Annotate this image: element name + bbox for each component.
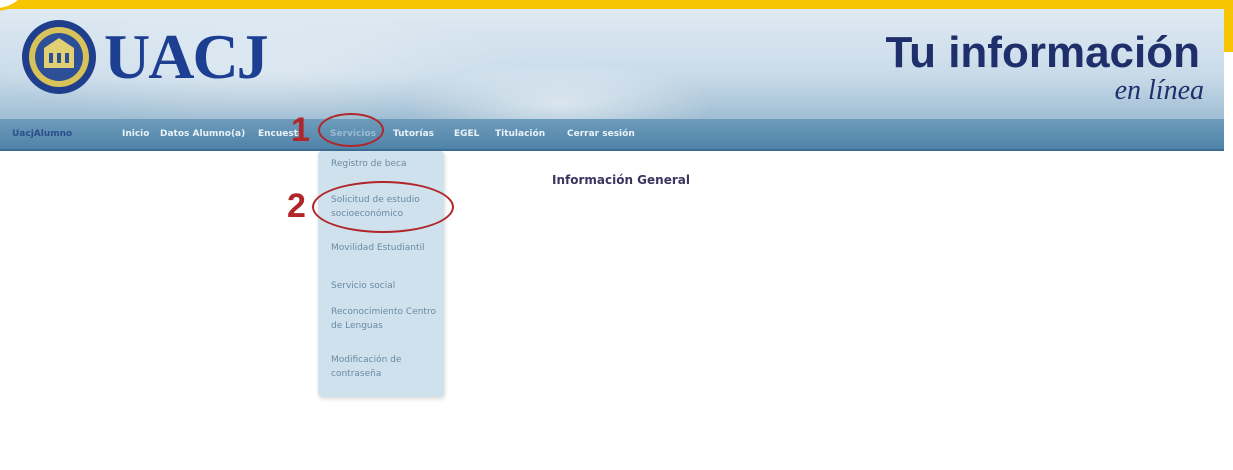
- nav-item-cerrar-sesion[interactable]: Cerrar sesión: [567, 119, 635, 149]
- annotation-ring-solicitud: [312, 181, 454, 233]
- annotation-ring-servicios: [318, 113, 384, 147]
- menu-item-modificacion-contrasena[interactable]: Modificación de contraseña: [331, 353, 443, 381]
- tagline-sub: en línea: [1114, 75, 1204, 106]
- menu-item-servicio-social[interactable]: Servicio social: [331, 279, 443, 293]
- menu-item-registro-beca[interactable]: Registro de beca: [331, 157, 443, 171]
- nav-item-egel[interactable]: EGEL: [454, 119, 479, 149]
- nav-item-inicio[interactable]: Inicio: [122, 119, 149, 149]
- content-panel: [455, 197, 841, 470]
- page-title: Información General: [552, 173, 690, 187]
- main-nav: UacjAlumno Inicio Datos Alumno(a) Encues…: [0, 119, 1224, 151]
- menu-item-centro-lenguas[interactable]: Reconocimiento Centro de Lenguas: [331, 305, 443, 333]
- nav-item-datos-alumno[interactable]: Datos Alumno(a): [160, 119, 245, 149]
- tagline-main: Tu información: [885, 28, 1200, 77]
- yellow-frame-right: [1224, 0, 1233, 52]
- nav-item-titulacion[interactable]: Titulación: [495, 119, 545, 149]
- annotation-step-2: 2: [287, 187, 306, 225]
- nav-item-tutorias[interactable]: Tutorías: [393, 119, 434, 149]
- yellow-frame-top: [0, 0, 1233, 9]
- menu-item-movilidad-estudiantil[interactable]: Movilidad Estudiantil: [331, 241, 443, 255]
- nav-user-link[interactable]: UacjAlumno: [12, 119, 72, 149]
- site-header: UACJ Tu información en línea: [0, 9, 1224, 119]
- logo-text: UACJ: [104, 21, 269, 92]
- university-seal-icon: [22, 20, 96, 94]
- annotation-step-1: 1: [291, 111, 310, 149]
